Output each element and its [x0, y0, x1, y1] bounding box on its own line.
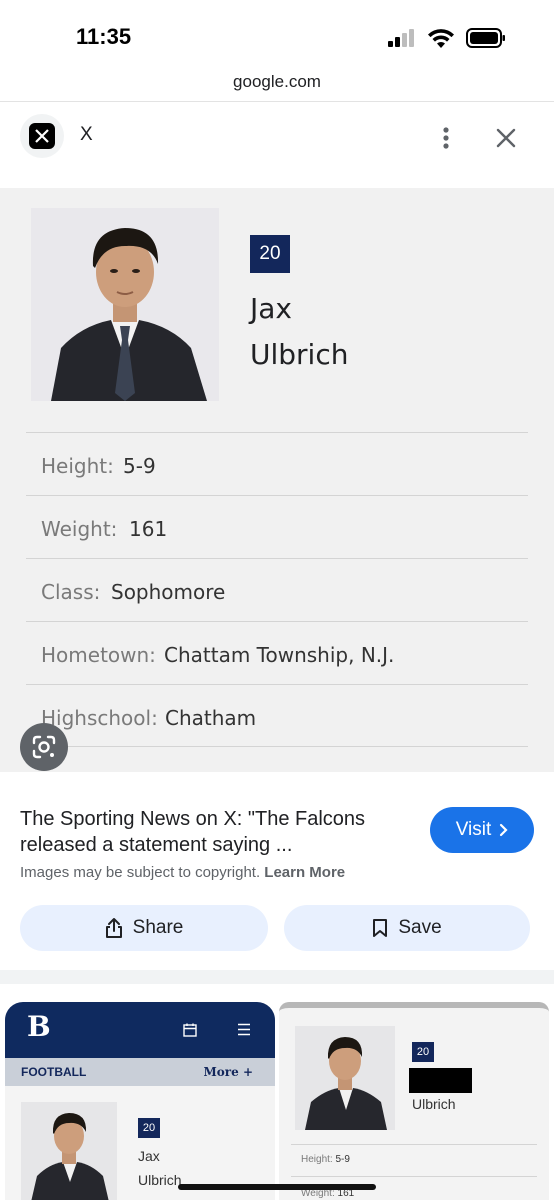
thumb-last-name: Ulbrich: [412, 1096, 456, 1112]
wifi-icon: [428, 28, 454, 48]
info-value: Chattam Township, N.J.: [164, 643, 395, 667]
source-header: X: [0, 102, 554, 188]
info-label: Highschool:: [41, 706, 158, 730]
copyright-text: Images may be subject to copyright.: [20, 864, 261, 881]
thumb-more-label: More +: [203, 1065, 253, 1079]
thumb-first-name: Jax: [138, 1148, 160, 1164]
info-row-weight: Weight: 161: [26, 495, 528, 558]
calendar-icon: [183, 1023, 197, 1037]
google-lens-icon[interactable]: [20, 723, 68, 771]
info-label: Weight:: [41, 517, 118, 541]
info-row-hometown: Hometown: Chattam Township, N.J.: [26, 621, 528, 684]
thumb-nav-label: FOOTBALL: [21, 1065, 87, 1079]
related-image-right[interactable]: 20 Ulbrich Height: 5-9 Weight: 161: [279, 1002, 549, 1200]
player-last-name: Ulbrich: [250, 338, 349, 371]
thumb-photo: [21, 1102, 117, 1200]
thumb-logo: B: [27, 1010, 51, 1043]
share-icon: [105, 918, 122, 938]
share-button[interactable]: Share: [20, 905, 268, 951]
info-value: Chatham: [165, 706, 257, 730]
result-title[interactable]: The Sporting News on X: "The Falcons rel…: [20, 806, 410, 858]
info-value: 5-9: [123, 454, 156, 478]
thumb-number-badge: 20: [138, 1118, 160, 1138]
thumb-photo: [295, 1026, 395, 1130]
thumb-divider: [291, 1144, 537, 1145]
player-photo: [31, 208, 219, 401]
info-value: 161: [129, 517, 168, 541]
more-vert-icon[interactable]: [430, 122, 462, 154]
save-button-label: Save: [398, 917, 442, 938]
info-label: Height:: [41, 454, 114, 478]
save-button[interactable]: Save: [284, 905, 530, 951]
thumb-last-name: Ulbrich: [138, 1172, 182, 1188]
thumb-nav-bar: B: [5, 1002, 275, 1058]
source-name[interactable]: X: [80, 124, 93, 146]
info-label: Class:: [41, 580, 101, 604]
close-icon[interactable]: [488, 120, 524, 156]
thumb-subnav: FOOTBALL More +: [5, 1058, 275, 1086]
share-button-label: Share: [132, 917, 184, 938]
main-image[interactable]: 20 Jax Ulbrich Height: 5-9 Weight: 161 C…: [0, 188, 554, 772]
info-label: Hometown:: [41, 643, 156, 667]
visit-button[interactable]: Visit: [430, 807, 534, 853]
home-indicator[interactable]: [178, 1184, 376, 1190]
menu-icon: [238, 1023, 250, 1036]
thumb-divider: [291, 1176, 537, 1177]
status-time: 11:35: [76, 24, 132, 49]
jersey-number-badge: 20: [250, 235, 290, 273]
learn-more-link[interactable]: Learn More: [264, 864, 345, 881]
status-bar: 11:35: [0, 0, 554, 70]
thumb-number-badge: 20: [412, 1042, 434, 1062]
section-divider: [0, 970, 554, 984]
thumb-height-value: 5-9: [335, 1154, 350, 1165]
thumb-height-label: Height:: [301, 1154, 333, 1165]
x-logo-icon[interactable]: [20, 114, 64, 158]
status-icons: [388, 28, 506, 48]
copyright-notice: Images may be subject to copyright. Lear…: [20, 864, 345, 881]
info-row-class: Class: Sophomore: [26, 558, 528, 621]
player-first-name: Jax: [250, 292, 292, 325]
visit-button-label: Visit: [455, 819, 492, 840]
bookmark-icon: [373, 919, 388, 937]
chevron-right-icon: [500, 823, 508, 837]
redaction-bar: [409, 1068, 472, 1093]
info-row-height: Height: 5-9: [26, 432, 528, 495]
battery-icon: [466, 28, 505, 48]
info-row-highschool: Highschool: Chatham: [26, 684, 528, 747]
info-value: Sophomore: [111, 580, 226, 604]
thumb-height-row: Height: 5-9: [301, 1154, 350, 1165]
related-image-left[interactable]: B FOOTBALL More + 20 Jax Ulbrich: [5, 1002, 275, 1200]
signal-icon: [388, 29, 414, 47]
url-bar[interactable]: google.com: [0, 72, 554, 92]
